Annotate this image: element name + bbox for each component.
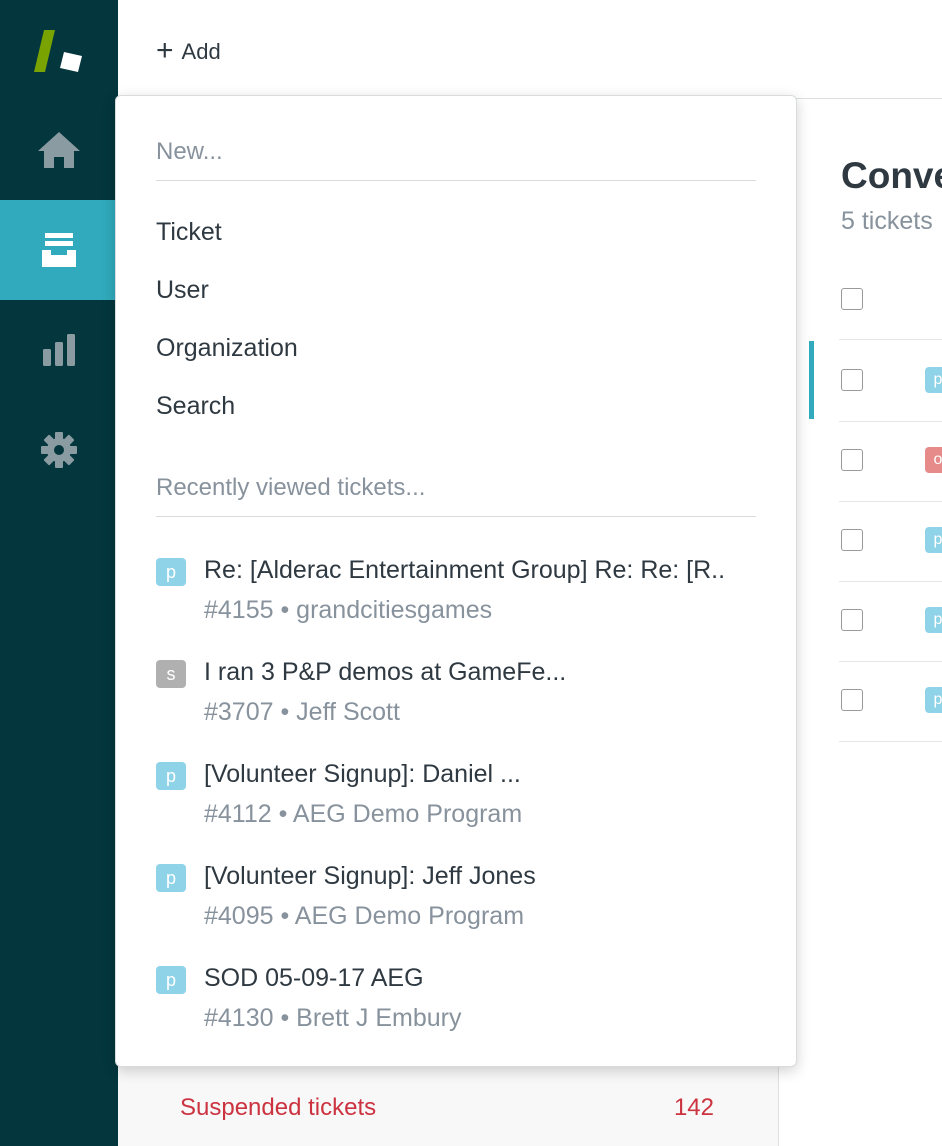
new-section-heading: New... (156, 138, 756, 181)
add-button[interactable]: + Add (156, 33, 221, 68)
suspended-tickets-count: 142 (673, 1094, 714, 1121)
table-row[interactable]: p (839, 501, 942, 582)
plus-icon: + (156, 33, 174, 67)
recent-ticket-meta: #4155 • grandcitiesgames (204, 596, 493, 624)
menu-item-new-organization[interactable]: Organization (156, 334, 298, 363)
reporting-icon (43, 334, 75, 366)
page-title: Conve (841, 155, 942, 196)
recent-ticket-item[interactable]: s I ran 3 P&P demos at GameFe... #3707 •… (156, 658, 756, 748)
status-badge: p (925, 527, 942, 553)
recent-ticket-meta: #4130 • Brett J Embury (204, 1004, 462, 1032)
suspended-tickets-label: Suspended tickets (180, 1094, 377, 1121)
sidebar-item-reporting[interactable] (0, 300, 118, 400)
row-checkbox[interactable] (841, 529, 863, 551)
recent-ticket-item[interactable]: p [Volunteer Signup]: Daniel ... #4112 •… (156, 760, 756, 850)
status-badge: p (156, 966, 186, 994)
add-label: Add (181, 39, 221, 64)
status-badge: p (156, 864, 186, 892)
menu-item-new-user[interactable]: User (156, 276, 209, 305)
status-badge: p (925, 607, 942, 633)
status-badge: p (156, 558, 186, 586)
recent-tickets-heading: Recently viewed tickets... (156, 474, 756, 517)
recent-ticket-item[interactable]: p SOD 05-09-17 AEG #4130 • Brett J Embur… (156, 964, 756, 1054)
row-checkbox[interactable] (841, 609, 863, 631)
status-badge: p (925, 687, 942, 713)
recent-ticket-title: I ran 3 P&P demos at GameFe... (204, 658, 567, 686)
status-badge: o (925, 447, 942, 473)
menu-item-new-ticket[interactable]: Ticket (156, 218, 222, 247)
recent-ticket-title: Re: [Alderac Entertainment Group] Re: Re… (204, 556, 726, 584)
menu-item-new-search[interactable]: Search (156, 392, 235, 421)
zendesk-logo[interactable] (30, 28, 86, 74)
sidebar-item-admin[interactable] (0, 400, 118, 500)
status-badge: p (925, 367, 942, 393)
ticket-count: 5 tickets (841, 207, 933, 235)
recent-ticket-meta: #4095 • AEG Demo Program (204, 902, 525, 930)
row-checkbox[interactable] (841, 689, 863, 711)
table-header (839, 259, 942, 340)
status-badge: s (156, 660, 186, 688)
table-row[interactable]: p (839, 341, 942, 422)
sidebar-item-home[interactable] (0, 100, 118, 200)
active-row-indicator (809, 341, 814, 419)
recent-ticket-title: [Volunteer Signup]: Daniel ... (204, 760, 521, 788)
home-icon (38, 132, 80, 168)
table-row[interactable]: p (839, 581, 942, 662)
recent-ticket-item[interactable]: p [Volunteer Signup]: Jeff Jones #4095 •… (156, 862, 756, 952)
top-bar: + Add (118, 0, 942, 99)
recent-ticket-item[interactable]: p Re: [Alderac Entertainment Group] Re: … (156, 556, 756, 646)
main-content: Conve 5 tickets p o p p p (779, 99, 942, 1146)
select-all-checkbox[interactable] (841, 288, 863, 310)
recent-ticket-title: [Volunteer Signup]: Jeff Jones (204, 862, 536, 890)
sidebar (0, 0, 118, 1146)
sidebar-item-views[interactable] (0, 200, 118, 300)
suspended-tickets-view[interactable]: Suspended tickets 142 (180, 1090, 720, 1126)
gear-icon (41, 432, 77, 468)
status-badge: p (156, 762, 186, 790)
row-checkbox[interactable] (841, 449, 863, 471)
recent-ticket-meta: #4112 • AEG Demo Program (204, 800, 523, 828)
table-row[interactable]: p (839, 661, 942, 742)
add-dropdown-menu: New... Ticket User Organization Search R… (115, 95, 797, 1067)
views-icon (42, 233, 76, 267)
recent-ticket-meta: #3707 • Jeff Scott (204, 698, 400, 726)
row-checkbox[interactable] (841, 369, 863, 391)
table-row[interactable]: o (839, 421, 942, 502)
recent-ticket-title: SOD 05-09-17 AEG (204, 964, 424, 992)
